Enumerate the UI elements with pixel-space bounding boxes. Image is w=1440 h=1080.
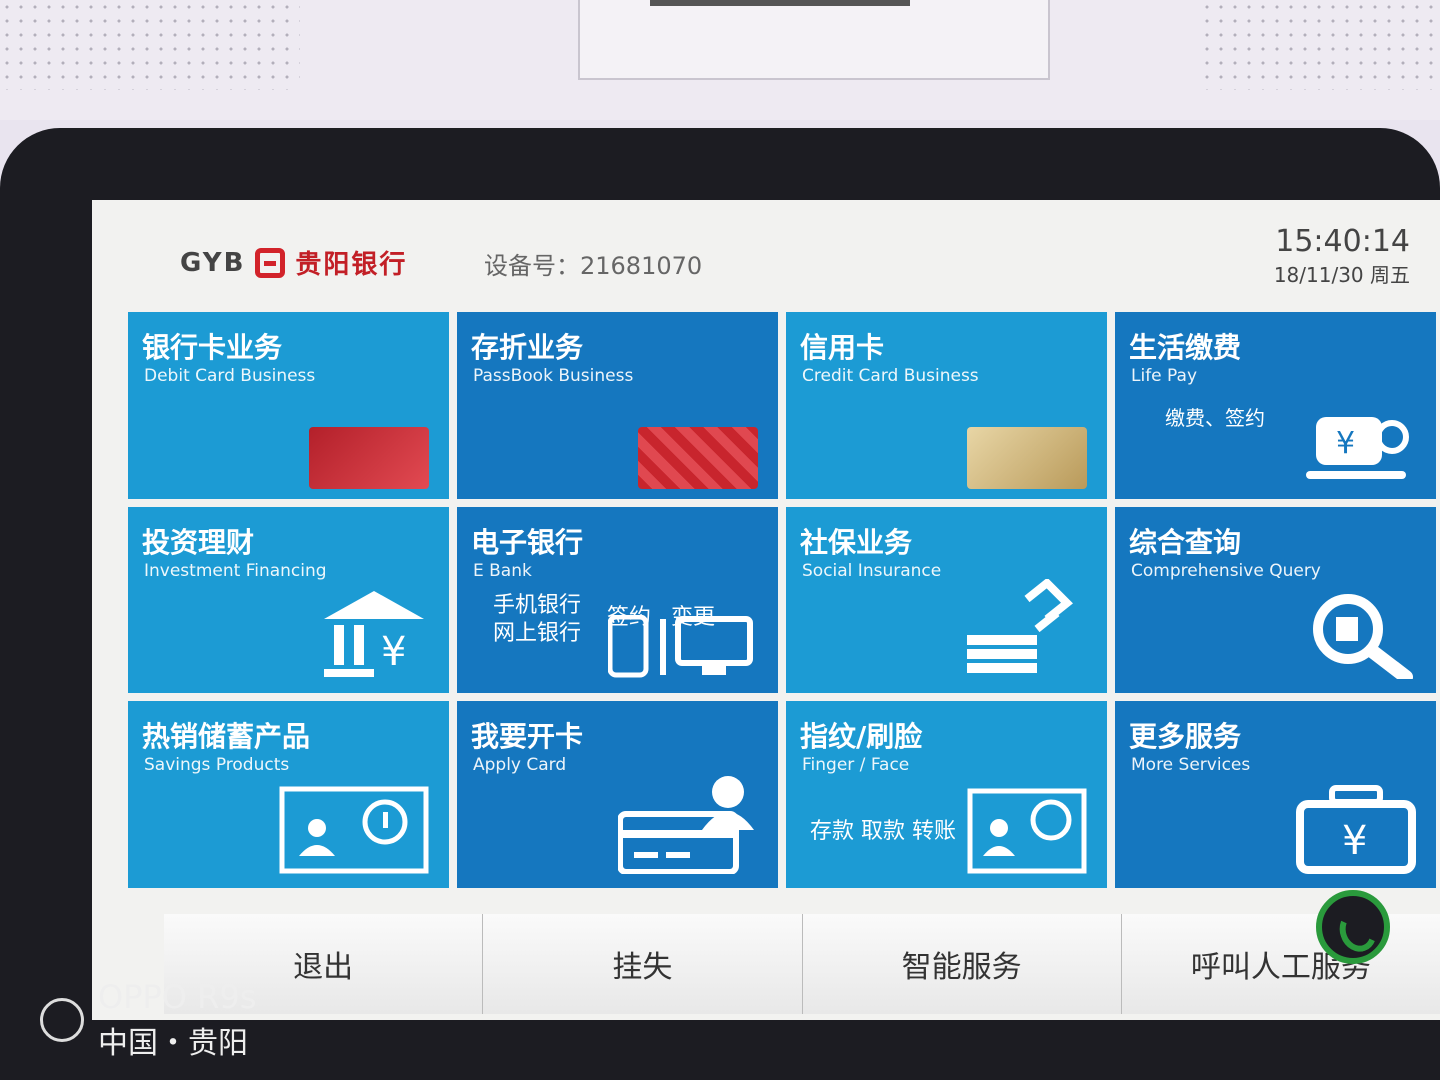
card-person-icon bbox=[617, 774, 758, 878]
tile-title: 存折业务 bbox=[471, 331, 584, 364]
smart-service-button[interactable]: 智能服务 bbox=[801, 914, 1121, 1014]
tile-title: 综合查询 bbox=[1129, 525, 1242, 559]
tile-e-bank[interactable]: 电子银行 E Bank 手机银行 网上银行 签约 变更 bbox=[457, 506, 778, 694]
search-icon bbox=[1306, 589, 1416, 685]
report-loss-button[interactable]: 挂失 bbox=[482, 914, 802, 1014]
tile-more-services[interactable]: 更多服务 More Services ¥ bbox=[1115, 701, 1436, 888]
logo-chinese: 贵阳银行 bbox=[295, 250, 408, 280]
phone-call-icon bbox=[1316, 890, 1390, 964]
kiosk-top-panel bbox=[0, 0, 1440, 120]
tile-subtitle: Comprehensive Query bbox=[1131, 560, 1321, 581]
tile-title: 更多服务 bbox=[1129, 720, 1242, 754]
coffee-cup-icon: ¥ bbox=[1306, 411, 1416, 489]
header: GYB 贵阳银行 设备号：21681070 15:40:14 18/11/30 … bbox=[92, 200, 1440, 300]
svg-text:¥: ¥ bbox=[1342, 818, 1367, 864]
tile-passbook[interactable]: 存折业务 PassBook Business bbox=[457, 312, 778, 499]
call-agent-button[interactable]: 呼叫人工服务 bbox=[1120, 914, 1440, 1014]
tile-title: 信用卡 bbox=[800, 331, 885, 364]
tile-title: 电子银行 bbox=[471, 525, 584, 559]
watermark-location: 中国・贵阳 bbox=[98, 1026, 248, 1061]
tile-subtitle: Finger / Face bbox=[802, 755, 910, 776]
card-slot bbox=[578, 0, 1050, 80]
clock-date: 18/11/30 周五 bbox=[1273, 263, 1410, 287]
tile-title: 热销储蓄产品 bbox=[142, 720, 311, 754]
tile-subtitle: Apply Card bbox=[473, 755, 567, 776]
tile-subtitle: Debit Card Business bbox=[144, 366, 316, 386]
credit-card-icon bbox=[967, 426, 1087, 489]
tile-subtitle: Credit Card Business bbox=[802, 366, 979, 386]
tile-subtitle: Savings Products bbox=[144, 755, 290, 776]
tile-title: 银行卡业务 bbox=[142, 331, 283, 364]
fingerprint-face-icon bbox=[967, 788, 1087, 878]
tile-subtitle: E Bank bbox=[473, 560, 532, 581]
tile-subtitle: Life Pay bbox=[1131, 366, 1198, 386]
tile-title: 生活缴费 bbox=[1129, 331, 1242, 364]
bank-building-icon: ¥ bbox=[319, 589, 429, 683]
tile-credit-card[interactable]: 信用卡 Credit Card Business bbox=[786, 312, 1107, 499]
camera-shutter-icon bbox=[40, 998, 84, 1042]
svg-text:¥: ¥ bbox=[1336, 426, 1355, 461]
watermark-model: OPPO R9s bbox=[98, 978, 257, 1016]
clock-time: 15:40:14 bbox=[1275, 224, 1410, 259]
atm-screen: GYB 贵阳银行 设备号：21681070 15:40:14 18/11/30 … bbox=[92, 200, 1440, 1020]
tile-subtitle: PassBook Business bbox=[473, 366, 634, 386]
service-grid: 银行卡业务 Debit Card Business 存折业务 PassBook … bbox=[128, 312, 1436, 888]
clock: 15:40:14 18/11/30 周五 bbox=[1274, 224, 1410, 288]
bottom-button-bar: 退出 挂失 智能服务 呼叫人工服务 bbox=[164, 914, 1440, 1014]
tile-savings-products[interactable]: 热销储蓄产品 Savings Products bbox=[128, 701, 449, 888]
tile-title: 指纹/刷脸 bbox=[800, 720, 923, 754]
savings-person-icon bbox=[279, 786, 429, 878]
speaker-grille-left bbox=[0, 0, 300, 90]
tile-subtitle: More Services bbox=[1131, 755, 1251, 776]
svg-text:¥: ¥ bbox=[381, 629, 406, 675]
camera-watermark: OPPO R9s 中国・贵阳 bbox=[40, 978, 256, 1062]
tile-title: 社保业务 bbox=[800, 525, 913, 559]
speaker-grille-right bbox=[1200, 0, 1440, 90]
debit-card-icon bbox=[309, 426, 429, 489]
bank-logo: GYB 贵阳银行 bbox=[180, 244, 407, 281]
logo-mark-icon bbox=[255, 247, 286, 278]
device-number: 设备号：21681070 bbox=[484, 252, 703, 280]
tile-extra: 存款 取款 转账 bbox=[810, 819, 956, 845]
link-stack-icon bbox=[967, 577, 1087, 683]
logo-latin: GYB bbox=[180, 247, 246, 278]
online-banking-label: 网上银行 bbox=[493, 620, 582, 646]
tile-comprehensive-query[interactable]: 综合查询 Comprehensive Query bbox=[1115, 506, 1436, 694]
tile-subtitle: Investment Financing bbox=[144, 560, 327, 581]
passbook-icon bbox=[638, 426, 758, 489]
tile-finger-face[interactable]: 指纹/刷脸 Finger / Face 存款 取款 转账 bbox=[786, 701, 1107, 888]
tile-title: 我要开卡 bbox=[471, 720, 584, 754]
tile-extra: 缴费、签约 bbox=[1165, 406, 1265, 430]
briefcase-icon: ¥ bbox=[1296, 784, 1416, 878]
phone-computer-icon bbox=[607, 614, 758, 683]
tile-title: 投资理财 bbox=[142, 525, 255, 559]
tile-debit-card[interactable]: 银行卡业务 Debit Card Business bbox=[128, 312, 449, 499]
tile-subtitle: Social Insurance bbox=[802, 560, 942, 581]
tile-apply-card[interactable]: 我要开卡 Apply Card bbox=[457, 701, 778, 888]
tile-life-pay[interactable]: 生活缴费 Life Pay 缴费、签约 ¥ bbox=[1115, 312, 1436, 499]
tile-investment[interactable]: 投资理财 Investment Financing ¥ bbox=[128, 506, 449, 694]
tile-social-insurance[interactable]: 社保业务 Social Insurance bbox=[786, 506, 1107, 694]
